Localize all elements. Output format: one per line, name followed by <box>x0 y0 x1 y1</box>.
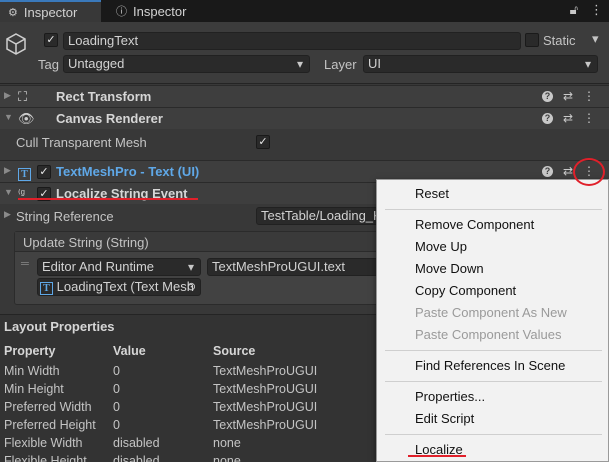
menu-item-copy-component[interactable]: Copy Component <box>415 283 516 298</box>
annotation-underline-component <box>18 198 198 200</box>
expand-arrow-icon[interactable]: ▶ <box>4 209 11 220</box>
tag-dropdown[interactable]: Untagged <box>63 55 310 73</box>
help-icon[interactable]: ? <box>541 113 553 124</box>
menu-item-move-up[interactable]: Move Up <box>415 239 467 254</box>
gameobject-name-input[interactable]: LoadingText <box>63 32 521 50</box>
update-string-label: Update String (String) <box>23 235 149 250</box>
gameobject-cube-icon <box>6 33 26 55</box>
gear-icon: ⚙ <box>8 6 18 19</box>
expand-arrow-icon[interactable]: ▼ <box>4 187 13 197</box>
info-icon: ⓘ <box>116 6 127 18</box>
static-dropdown-icon[interactable]: ▾ <box>592 31 599 47</box>
layout-properties-title: Layout Properties <box>4 319 115 334</box>
drag-handle-icon[interactable]: ═ <box>21 258 29 270</box>
menu-item-remove-component[interactable]: Remove Component <box>415 217 534 232</box>
layer-dropdown[interactable]: UI <box>363 55 598 73</box>
component-enabled-checkbox[interactable]: ✓ <box>37 165 51 179</box>
component-canvas-renderer[interactable]: ▼ 👁︎ Canvas Renderer ? ⇄ ⋮ <box>0 107 609 129</box>
expand-arrow-icon[interactable]: ▼ <box>4 112 13 122</box>
object-picker-icon[interactable]: ⊙ <box>187 279 196 295</box>
lock-icon[interactable]: 🔓︎ <box>570 2 578 18</box>
rect-transform-icon: ⛶ <box>18 89 28 104</box>
tab-label: Inspector <box>133 3 187 19</box>
menu-separator <box>385 209 602 210</box>
menu-item-reset[interactable]: Reset <box>415 186 449 201</box>
static-checkbox[interactable] <box>525 33 539 47</box>
menu-item-properties[interactable]: Properties... <box>415 389 485 404</box>
textmeshpro-icon: T <box>18 165 31 181</box>
menu-item-move-down[interactable]: Move Down <box>415 261 484 276</box>
collapse-arrow-icon[interactable]: ▶ <box>4 165 11 176</box>
tab-inspector-2[interactable]: ⓘ Inspector <box>108 0 208 22</box>
more-icon[interactable]: ⋮ <box>583 89 595 103</box>
menu-separator <box>385 350 602 351</box>
component-rect-transform[interactable]: ▶ ⛶ Rect Transform ? ⇄ ⋮ <box>0 85 609 107</box>
menu-separator <box>385 434 602 435</box>
tab-bar: ⚙ Inspector ⓘ Inspector 🔓︎ ⋮ <box>0 0 609 22</box>
component-title: Canvas Renderer <box>56 111 163 126</box>
layer-label: Layer <box>324 57 357 72</box>
menu-item-edit-script[interactable]: Edit Script <box>415 411 474 426</box>
help-icon[interactable]: ? <box>541 91 553 102</box>
menu-item-find-references[interactable]: Find References In Scene <box>415 358 565 373</box>
help-icon[interactable]: ? <box>541 166 553 177</box>
component-title: Rect Transform <box>56 89 152 104</box>
tag-label: Tag <box>38 57 59 72</box>
preset-icon[interactable]: ⇄ <box>563 111 573 125</box>
component-context-menu: Reset Remove Component Move Up Move Down… <box>376 179 609 462</box>
cull-transparent-mesh-checkbox[interactable]: ✓ <box>256 135 270 149</box>
gameobject-header: ✓ LoadingText Static ▾ Tag Untagged Laye… <box>0 22 609 84</box>
string-reference-label: String Reference <box>16 209 114 224</box>
method-dropdown[interactable]: TextMeshProUGUI.text <box>207 258 383 276</box>
target-object-label: LoadingText (Text Mesh <box>56 279 194 294</box>
tab-inspector-1[interactable]: ⚙ Inspector <box>0 0 101 22</box>
component-title: TextMeshPro - Text (UI) <box>56 164 200 179</box>
preset-icon[interactable]: ⇄ <box>563 164 573 178</box>
preset-icon[interactable]: ⇄ <box>563 89 573 103</box>
menu-separator <box>385 381 602 382</box>
target-object-field[interactable]: T LoadingText (Text Mesh ⊙ <box>37 278 201 296</box>
annotation-underline-localize <box>408 455 466 457</box>
menu-item-paste-component-values: Paste Component Values <box>415 327 562 342</box>
string-reference-field[interactable]: TestTable/Loading_K <box>256 207 386 225</box>
menu-item-paste-component-as-new: Paste Component As New <box>415 305 567 320</box>
annotation-circle-more-icon <box>573 158 605 186</box>
cull-transparent-mesh-label: Cull Transparent Mesh <box>16 135 147 150</box>
eye-icon: 👁︎ <box>18 111 35 126</box>
update-string-event-panel: Update String (String) ═ Editor And Runt… <box>14 231 384 305</box>
textmeshpro-icon: T <box>40 282 53 295</box>
active-checkbox[interactable]: ✓ <box>44 33 58 47</box>
more-icon[interactable]: ⋮ <box>583 111 595 125</box>
runtime-option-dropdown[interactable]: Editor And Runtime <box>37 258 201 276</box>
tab-label: Inspector <box>23 4 78 20</box>
more-icon[interactable]: ⋮ <box>590 2 603 18</box>
static-label: Static <box>543 33 576 48</box>
collapse-arrow-icon[interactable]: ▶ <box>4 90 11 101</box>
